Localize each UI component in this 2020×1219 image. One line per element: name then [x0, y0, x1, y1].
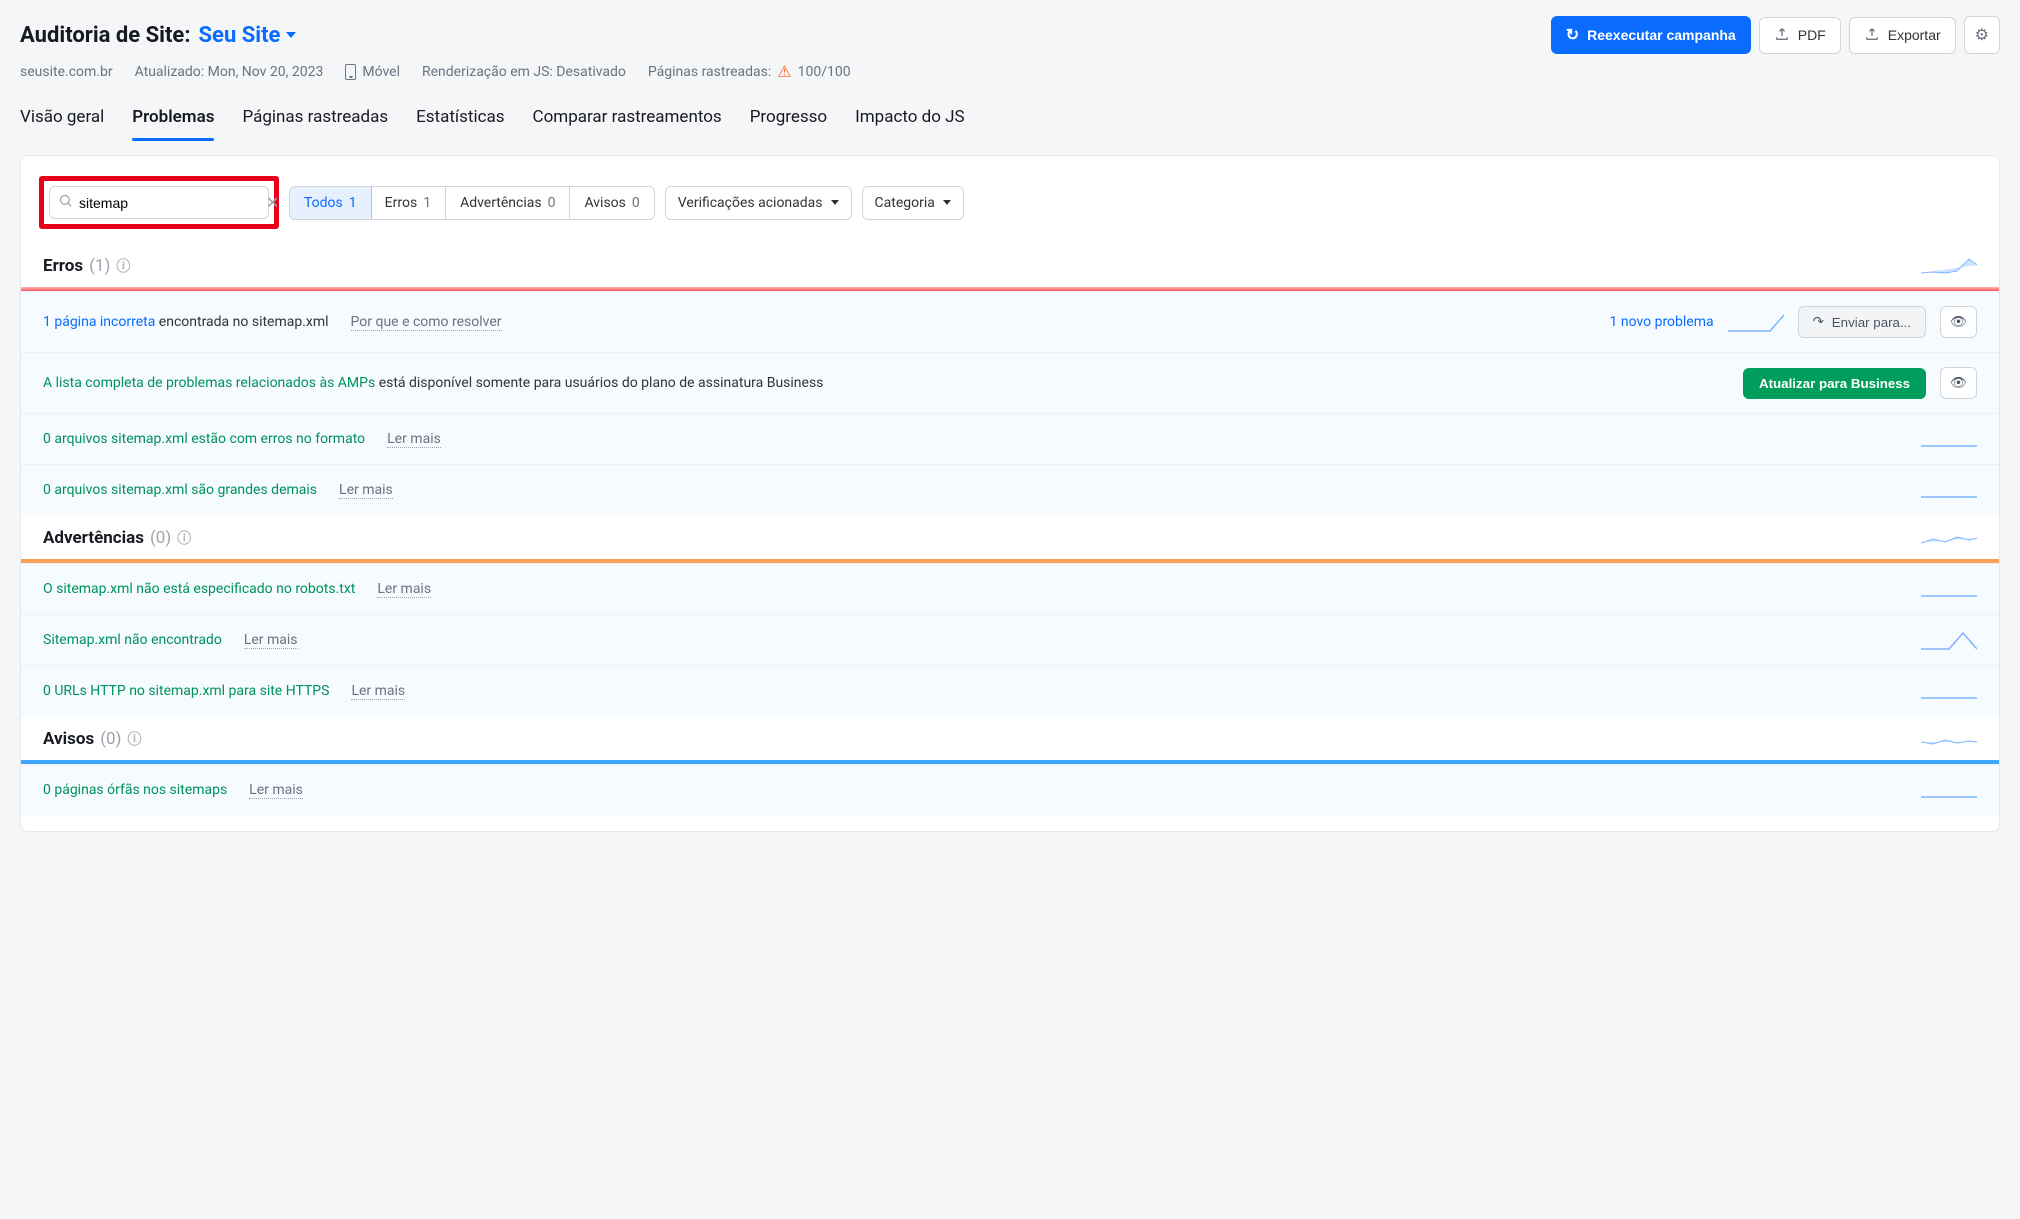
row-sparkline [1921, 479, 1977, 501]
issue-row: O sitemap.xml não está especificado no r… [21, 563, 1999, 614]
read-more-link[interactable]: Ler mais [387, 431, 441, 448]
domain-text: seusite.com.br [20, 64, 113, 80]
section-notices-title: Avisos [43, 729, 94, 749]
issue-link[interactable]: 0 arquivos sitemap.xml estão com erros n… [43, 431, 365, 447]
send-to-button[interactable]: ↷ Enviar para... [1798, 306, 1926, 338]
tab-statistics[interactable]: Estatísticas [416, 101, 504, 141]
settings-button[interactable] [1964, 16, 2000, 54]
clear-search-icon[interactable]: ✕ [266, 193, 279, 212]
issue-row: 0 arquivos sitemap.xml são grandes demai… [21, 464, 1999, 515]
project-name: Seu Site [199, 23, 281, 48]
filter-segments: Todos 1 Erros 1 Advertências 0 Avisos 0 [289, 186, 655, 220]
mobile-icon [345, 64, 356, 80]
page-title: Auditoria de Site: [20, 23, 191, 48]
segment-warnings[interactable]: Advertências 0 [446, 187, 570, 219]
chevron-down-icon [286, 32, 296, 38]
upgrade-business-button[interactable]: Atualizar para Business [1743, 368, 1926, 399]
row-sparkline [1921, 779, 1977, 801]
section-warnings-title: Advertências [43, 528, 144, 548]
info-icon[interactable]: ⓘ [177, 528, 191, 548]
notices-sparkline [1921, 728, 1977, 750]
tab-compare-crawls[interactable]: Comparar rastreamentos [533, 101, 722, 141]
issue-text: está disponível somente para usuários do… [375, 375, 823, 391]
issue-link[interactable]: Sitemap.xml não encontrado [43, 632, 222, 648]
row-sparkline [1921, 680, 1977, 702]
issues-panel: ✕ Todos 1 Erros 1 Advertências 0 Avisos [20, 155, 2000, 832]
info-icon[interactable]: ⓘ [127, 729, 141, 749]
tab-issues[interactable]: Problemas [132, 101, 214, 141]
read-more-link[interactable]: Ler mais [351, 683, 405, 700]
issue-link[interactable]: A lista completa de problemas relacionad… [43, 375, 375, 391]
issue-row: 0 páginas órfãs nos sitemaps Ler mais [21, 764, 1999, 815]
issue-text: encontrada no sitemap.xml [155, 314, 328, 330]
issue-row: A lista completa de problemas relacionad… [21, 352, 1999, 413]
tab-overview[interactable]: Visão geral [20, 101, 104, 141]
row-sparkline [1921, 428, 1977, 450]
crawled-pages: Páginas rastreadas: ⚠ 100/100 [648, 62, 851, 81]
section-header-warnings: Advertências (0) ⓘ [21, 515, 1999, 559]
updated-text: Atualizado: Mon, Nov 20, 2023 [135, 64, 324, 80]
read-more-link[interactable]: Ler mais [339, 482, 393, 499]
search-icon [58, 193, 73, 212]
issue-link[interactable]: O sitemap.xml não está especificado no r… [43, 581, 355, 597]
pdf-button[interactable]: PDF [1759, 17, 1841, 54]
section-warnings-count: (0) [150, 528, 171, 548]
category-dropdown[interactable]: Categoria [862, 186, 964, 220]
issue-link[interactable]: 0 arquivos sitemap.xml são grandes demai… [43, 482, 317, 498]
gear-icon [1975, 25, 1989, 45]
main-tabs: Visão geral Problemas Páginas rastreadas… [20, 101, 2000, 141]
issue-row: 0 arquivos sitemap.xml estão com erros n… [21, 413, 1999, 464]
eye-icon: 👁 [1950, 314, 1967, 329]
issue-link[interactable]: 0 páginas órfãs nos sitemaps [43, 782, 227, 798]
tab-crawled-pages[interactable]: Páginas rastreadas [242, 101, 388, 141]
rerun-campaign-button[interactable]: Reexecutar campanha [1551, 16, 1751, 54]
issue-row: 1 página incorreta encontrada no sitemap… [21, 291, 1999, 352]
row-sparkline [1921, 629, 1977, 651]
hide-issue-button[interactable]: 👁 [1940, 367, 1977, 399]
chevron-down-icon [831, 200, 839, 205]
segment-errors[interactable]: Erros 1 [371, 187, 446, 219]
device-indicator: Móvel [345, 64, 400, 80]
section-header-notices: Avisos (0) ⓘ [21, 716, 1999, 760]
search-input-wrap: ✕ [49, 186, 269, 219]
eye-icon: 👁 [1950, 375, 1967, 390]
header: Auditoria de Site: Seu Site Reexecutar c… [20, 16, 2000, 54]
warnings-sparkline [1921, 527, 1977, 549]
read-more-link[interactable]: Ler mais [244, 632, 298, 649]
section-notices-count: (0) [100, 729, 121, 749]
new-problem-link[interactable]: 1 novo problema [1610, 314, 1714, 330]
project-dropdown[interactable]: Seu Site [199, 23, 297, 48]
issue-row: Sitemap.xml não encontrado Ler mais [21, 614, 1999, 665]
segment-notices[interactable]: Avisos 0 [570, 187, 653, 219]
share-arrow-icon: ↷ [1813, 314, 1824, 330]
issue-link[interactable]: 1 página incorreta [43, 314, 155, 330]
section-header-errors: Erros (1) ⓘ [21, 243, 1999, 287]
upload-icon [1774, 26, 1790, 45]
section-errors-title: Erros [43, 256, 83, 276]
tab-js-impact[interactable]: Impacto do JS [855, 101, 965, 141]
issue-row: 0 URLs HTTP no sitemap.xml para site HTT… [21, 665, 1999, 716]
errors-sparkline [1921, 255, 1977, 277]
row-sparkline [1921, 578, 1977, 600]
issue-link[interactable]: 0 URLs HTTP no sitemap.xml para site HTT… [43, 683, 329, 699]
export-button[interactable]: Exportar [1849, 17, 1956, 54]
search-input[interactable] [79, 195, 260, 211]
warning-triangle-icon: ⚠ [777, 62, 791, 81]
tab-progress[interactable]: Progresso [750, 101, 827, 141]
subheader: seusite.com.br Atualizado: Mon, Nov 20, … [20, 62, 2000, 81]
info-icon[interactable]: ⓘ [116, 256, 130, 276]
read-more-link[interactable]: Ler mais [249, 782, 303, 799]
js-render-text: Renderização em JS: Desativado [422, 64, 626, 80]
section-errors-count: (1) [89, 256, 110, 276]
read-more-link[interactable]: Ler mais [377, 581, 431, 598]
refresh-icon [1566, 25, 1579, 45]
segment-all[interactable]: Todos 1 [289, 186, 372, 220]
filter-row: ✕ Todos 1 Erros 1 Advertências 0 Avisos [21, 170, 1999, 243]
row-sparkline [1728, 311, 1784, 333]
chevron-down-icon [943, 200, 951, 205]
why-how-link[interactable]: Por que e como resolver [351, 314, 502, 331]
triggered-checks-dropdown[interactable]: Verificações acionadas [665, 186, 852, 220]
hide-issue-button[interactable]: 👁 [1940, 306, 1977, 338]
upload-icon [1864, 26, 1880, 45]
